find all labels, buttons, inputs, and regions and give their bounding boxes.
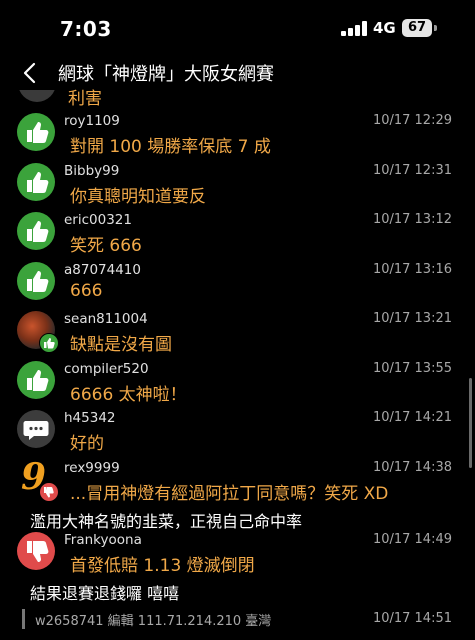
comment-text: 你真聰明知道要反 — [70, 187, 206, 207]
comment-row: Frankyoona 10/17 14:49 首發低賠 1.13 燈滅倒閉 結果… — [0, 532, 475, 603]
back-icon[interactable] — [20, 62, 42, 84]
comment-time: 10/17 12:31 — [372, 163, 452, 178]
comment-username[interactable]: Frankyoona — [64, 532, 142, 548]
comment-row: h45342 10/17 14:21 好的 — [0, 410, 475, 460]
thumbs-up-icon — [17, 163, 55, 201]
nav-bar: 網球「神燈牌」大阪女網賽 — [0, 56, 475, 90]
network-type: 4G — [373, 19, 396, 37]
thumbs-up-badge-icon — [39, 333, 59, 353]
thumbs-up-icon — [17, 361, 55, 399]
clock: 7:03 — [60, 17, 112, 41]
comment-username[interactable]: a87074410 — [64, 262, 141, 278]
edit-info: w2658741 編輯 111.71.214.210 臺灣 — [35, 614, 272, 629]
comment-text: 首發低賠 1.13 燈滅倒閉 — [70, 556, 255, 576]
battery-icon: 67 — [402, 19, 432, 37]
signal-icon — [341, 21, 367, 36]
scrollbar[interactable] — [469, 378, 472, 468]
status-bar: 7:03 4G 67 — [0, 0, 475, 56]
comment-username[interactable]: h45342 — [64, 410, 116, 426]
comment-username[interactable]: compiler520 — [64, 361, 149, 377]
edit-footer: w2658741 編輯 111.71.214.210 臺灣 10/17 14:5… — [0, 606, 475, 640]
comment-row: a87074410 10/17 13:16 666 — [0, 262, 475, 312]
comment-username[interactable]: roy1109 — [64, 113, 120, 129]
comment-time: 10/17 13:12 — [372, 212, 452, 227]
thumbs-up-icon — [17, 212, 55, 250]
thumbs-up-icon — [17, 262, 55, 300]
page-title: 網球「神燈牌」大阪女網賽 — [58, 64, 274, 85]
edit-time: 10/17 14:51 — [372, 611, 452, 626]
comment-row: Bibby99 10/17 12:31 你真聰明知道要反 — [0, 163, 475, 213]
comment-time: 10/17 14:38 — [372, 460, 452, 475]
comment-time: 10/17 14:49 — [372, 532, 452, 547]
thumbs-down-icon — [17, 532, 55, 570]
footer-divider — [22, 609, 25, 629]
comment-text: 好的 — [70, 434, 104, 454]
comment-time: 10/17 13:16 — [372, 262, 452, 277]
thumbs-down-badge-icon — [39, 482, 59, 502]
number-nine-avatar: 9 — [17, 456, 59, 502]
comment-username[interactable]: Bibby99 — [64, 163, 119, 179]
comment-continuation: 濫用大神名號的韭菜，正視自己命中率 — [30, 512, 303, 531]
comment-username[interactable]: rex9999 — [64, 460, 120, 476]
comment-text: ...冒用神燈有經過阿拉丁同意嗎？笑死 XD — [70, 484, 389, 504]
comment-text: 666 — [70, 281, 103, 301]
comment-time: 10/17 13:55 — [372, 361, 452, 376]
comment-time: 10/17 13:21 — [372, 311, 452, 326]
comment-time: 10/17 12:29 — [372, 113, 452, 128]
thumbs-up-icon — [17, 113, 55, 151]
comment-row: roy1109 10/17 12:29 對開 100 場勝率保底 7 成 — [0, 113, 475, 163]
speech-bubble-icon — [17, 410, 55, 448]
comment-row: sean811004 10/17 13:21 缺點是沒有圖 — [0, 311, 475, 361]
battery-nub — [434, 25, 437, 31]
comment-username[interactable]: eric00321 — [64, 212, 132, 228]
comment-row: eric00321 10/17 13:12 笑死 666 — [0, 212, 475, 262]
comment-row: 9 rex9999 10/17 14:38 ...冒用神燈有經過阿拉丁同意嗎？笑… — [0, 456, 475, 531]
comment-text: 笑死 666 — [70, 236, 142, 256]
comment-text: 缺點是沒有圖 — [70, 335, 172, 355]
comment-row: compiler520 10/17 13:55 6666 太神啦！ — [0, 361, 475, 411]
user-photo-avatar — [17, 311, 59, 353]
comment-continuation: 結果退賽退錢囉 嘻嘻 — [30, 584, 180, 603]
comment-username[interactable]: sean811004 — [64, 311, 148, 327]
comment-text: 6666 太神啦！ — [70, 385, 187, 405]
comment-text: 對開 100 場勝率保底 7 成 — [70, 137, 271, 157]
comment-time: 10/17 14:21 — [372, 410, 452, 425]
